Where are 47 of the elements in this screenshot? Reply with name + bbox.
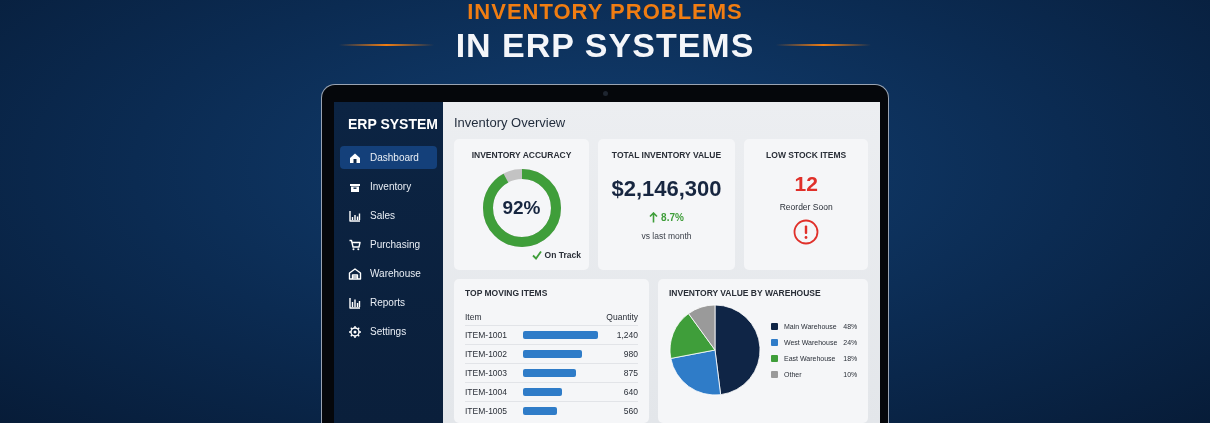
comparison-text: vs last month <box>641 231 692 241</box>
page-title: Inventory Overview <box>454 115 566 130</box>
table-cell-text: 875 <box>622 368 638 378</box>
table-cell-text: 640 <box>622 387 638 397</box>
table-cell-text: ITEM-1004 <box>465 387 509 397</box>
column-header: Quantity <box>605 311 638 322</box>
quantity-bar <box>523 407 557 415</box>
sidebar-item[interactable]: Dashboard <box>340 146 437 169</box>
table-cell-text: 560 <box>622 406 638 416</box>
sidebar-item[interactable]: Reports <box>340 291 437 314</box>
app-title: ERP SYSTEM <box>348 116 438 132</box>
sidebar-item[interactable]: Warehouse <box>340 262 437 285</box>
card-title: TOP MOVING ITEMS <box>465 288 548 298</box>
card-title: LOW STOCK ITEMS <box>766 150 847 160</box>
sidebar-item[interactable]: Inventory <box>340 175 437 198</box>
sidebar-item[interactable]: Settings <box>340 320 437 343</box>
card-title: INVENTORY VALUE BY WAREHOUSE <box>669 288 821 298</box>
card-title: INVENTORY ACCURACY <box>471 150 572 160</box>
up-arrow-icon <box>649 212 659 223</box>
quantity-bar <box>523 369 576 377</box>
cart-icon <box>348 237 362 252</box>
sidebar-item[interactable]: Sales <box>340 204 437 227</box>
quantity-bar <box>523 350 583 358</box>
headline: IN ERP SYSTEMS <box>455 26 755 64</box>
sidebar-item[interactable]: Purchasing <box>340 233 437 256</box>
table-cell-text: 980 <box>622 349 638 359</box>
alert-icon <box>793 219 820 245</box>
table-cell-text: 1,240 <box>615 330 638 340</box>
table-cell-text: ITEM-1001 <box>465 330 509 340</box>
check-icon <box>531 250 542 260</box>
change-value: 8.7% <box>661 212 684 223</box>
column-header: Item <box>465 311 483 322</box>
total-value: $2,146,300 <box>611 176 722 202</box>
settings-icon <box>348 324 362 339</box>
table-cell-text: ITEM-1002 <box>465 349 509 359</box>
headline: INVENTORY PROBLEMS <box>467 0 743 24</box>
table-cell-text: ITEM-1003 <box>465 368 509 378</box>
camera-icon <box>603 91 608 96</box>
bar-chart-icon <box>348 208 362 223</box>
warehouse-icon <box>348 266 362 281</box>
quantity-bar <box>523 388 562 396</box>
reorder-text: Reorder Soon <box>779 202 833 212</box>
status-text: On Track <box>544 250 581 260</box>
low-stock-count: 12 <box>794 172 818 196</box>
table-cell-text: ITEM-1005 <box>465 406 509 416</box>
card-title: TOTAL INVENTORY VALUE <box>611 150 722 160</box>
percentage-value: 92% <box>502 197 541 219</box>
